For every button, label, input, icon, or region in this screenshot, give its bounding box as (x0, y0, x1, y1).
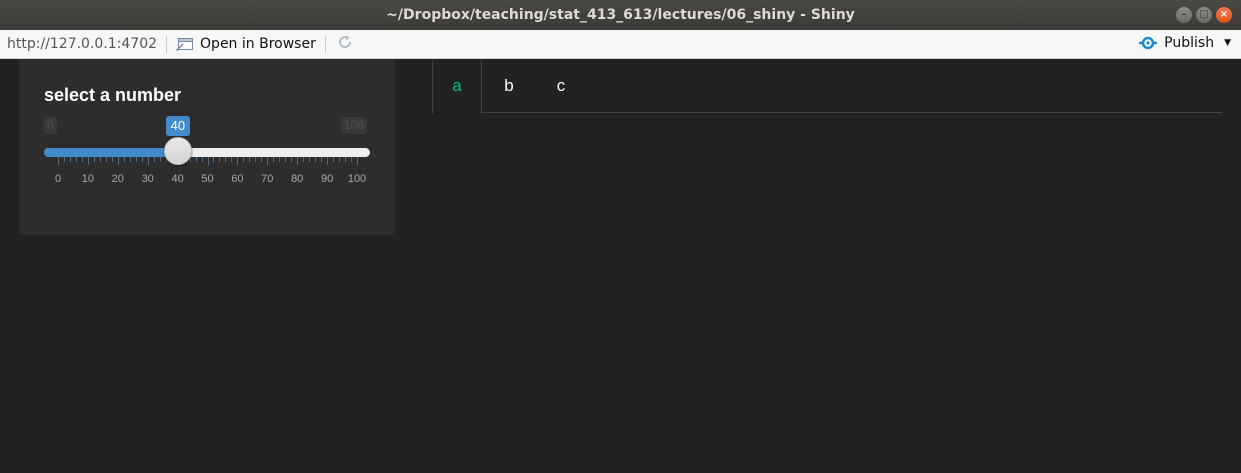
toolbar-divider (324, 35, 326, 53)
tab-a[interactable]: a (432, 59, 482, 114)
slider-tick (219, 157, 221, 162)
slider-handle[interactable] (163, 137, 192, 165)
slider-tick (195, 157, 197, 162)
publish-label: Publish (1164, 35, 1215, 51)
chevron-down-icon[interactable]: ▼ (1224, 38, 1231, 48)
slider-tick-label: 20 (111, 173, 124, 185)
slider-tick (327, 157, 329, 165)
slider-tick (129, 157, 131, 162)
slider-tick (285, 157, 287, 162)
slider-tick (117, 157, 119, 165)
slider-tick-label: 100 (347, 173, 367, 185)
window-controls: – □ × (1176, 7, 1232, 23)
tabset: a b c (432, 59, 1222, 114)
slider-tick-label: 30 (141, 173, 154, 185)
slider-tick (105, 157, 107, 162)
slider-tick (291, 157, 293, 162)
slider-tick (297, 157, 299, 165)
slider-tick (255, 157, 257, 162)
slider-tick (279, 157, 281, 162)
toolbar-divider (166, 35, 168, 53)
maximize-button[interactable]: □ (1196, 7, 1212, 23)
slider-tick (153, 157, 155, 162)
slider-tick (147, 157, 149, 165)
slider-tick (87, 157, 89, 165)
slider-tick (351, 157, 353, 162)
slider-tick (339, 157, 341, 162)
slider-tick-label: 90 (320, 173, 334, 185)
slider-max-label: 100 (341, 117, 368, 134)
slider-tick (225, 157, 227, 162)
publish-icon (1139, 36, 1158, 50)
slider-tick (111, 157, 113, 162)
slider-tick (237, 157, 239, 165)
slider-value-label: 40 (165, 116, 191, 136)
slider-tick (93, 157, 95, 162)
slider-tick (63, 157, 65, 162)
slider-min-label: 0 (44, 117, 57, 134)
slider-tick (135, 157, 137, 162)
slider-tick-label: 40 (171, 173, 184, 185)
url-display[interactable]: http://127.0.0.1:4702 (7, 36, 157, 52)
slider-tick (213, 157, 215, 162)
slider-tick-label: 60 (231, 173, 244, 185)
slider-tick (333, 157, 335, 162)
slider-fill (44, 148, 178, 157)
window-titlebar: ~/Dropbox/teaching/stat_413_613/lectures… (0, 0, 1241, 30)
tab-c[interactable]: c (536, 59, 586, 113)
slider-tick-label: 80 (291, 173, 304, 185)
tab-b[interactable]: b (484, 59, 534, 113)
slider-tick (357, 157, 358, 165)
slider-tick-label: 0 (54, 173, 62, 185)
open-in-browser-label: Open in Browser (200, 36, 316, 52)
slider-tick (315, 157, 317, 162)
slider-tick (75, 157, 77, 162)
slider-input-label: select a number (44, 85, 182, 105)
refresh-icon[interactable] (336, 33, 354, 56)
slider-tick (303, 157, 305, 162)
slider-tick (207, 157, 209, 165)
slider-tick (309, 157, 311, 162)
slider-tick (261, 157, 263, 162)
slider-tick (321, 157, 323, 162)
slider-tick (231, 157, 233, 162)
slider-tick (273, 157, 275, 162)
viewer-toolbar: http://127.0.0.1:4702 Open in Browser Pu… (0, 30, 1241, 59)
publish-button[interactable]: Publish ▼ (1138, 35, 1231, 51)
minimize-button[interactable]: – (1176, 7, 1192, 23)
slider-tick-label: 70 (261, 173, 274, 185)
slider-tick (69, 157, 71, 162)
slider-tick (201, 157, 203, 162)
slider-tick (99, 157, 101, 162)
slider-tick (159, 157, 161, 162)
slider-tick-label: 50 (201, 173, 214, 185)
slider-tick (243, 157, 245, 162)
slider-tick (81, 157, 83, 162)
slider-tick (141, 157, 143, 162)
slider-tick (123, 157, 125, 162)
slider-tick (249, 157, 251, 162)
slider-tick (345, 157, 347, 162)
slider-tick-label: 10 (81, 173, 95, 185)
sidebar-panel: select a number 0 100 0 10 20 30 40 50 60 70 80 9… (19, 59, 395, 235)
slider-tick (267, 157, 269, 165)
slider-tick (58, 157, 59, 165)
close-button[interactable]: × (1216, 7, 1232, 23)
open-in-browser-button[interactable]: Open in Browser (176, 36, 316, 52)
browser-window-icon (176, 38, 194, 51)
window-title: ~/Dropbox/teaching/stat_413_613/lectures… (386, 7, 855, 23)
